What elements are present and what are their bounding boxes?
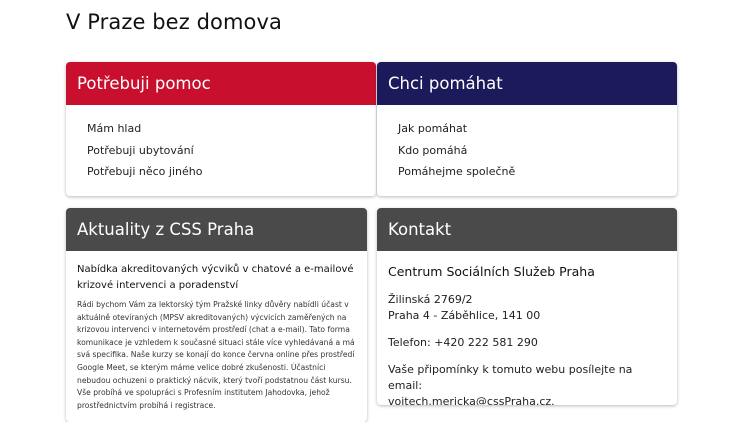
- give-links-list: Jak pomáhat Kdo pomáhá Pomáhejme společn…: [377, 105, 677, 183]
- phone-number: Telefon: +420 222 581 290: [388, 336, 538, 349]
- news-article-title[interactable]: Nabídka akreditovaných výcviků v chatové…: [77, 262, 356, 293]
- list-item: Mám hlad: [87, 118, 376, 140]
- news-card: Aktuality z CSS Praha Nabídka akreditova…: [66, 208, 367, 422]
- list-item: Jak pomáhat: [398, 118, 677, 140]
- link-accommodation[interactable]: Potřebuji ubytování: [87, 144, 194, 157]
- contact-card-title: Kontakt: [377, 208, 677, 251]
- give-card: Chci pomáhat Jak pomáhat Kdo pomáhá Pomá…: [377, 62, 677, 196]
- contact-details: Centrum Sociálních Služeb Praha Žilinská…: [377, 251, 677, 405]
- help-links-list: Mám hlad Potřebuji ubytování Potřebuji n…: [66, 105, 376, 183]
- organization-name: Centrum Sociálních Služeb Praha: [388, 264, 595, 279]
- list-item: Potřebuji něco jiného: [87, 161, 376, 183]
- link-hungry[interactable]: Mám hlad: [87, 122, 141, 135]
- news-card-title: Aktuality z CSS Praha: [66, 208, 367, 251]
- address-street: Žilinská 2769/2: [388, 293, 473, 306]
- help-card-title: Potřebuji pomoc: [66, 62, 376, 105]
- news-article: Nabídka akreditovaných výcviků v chatové…: [66, 251, 367, 412]
- address-city: Praha 4 - Záběhlice, 141 00: [388, 309, 541, 322]
- contact-card: Kontakt Centrum Sociálních Služeb Praha …: [377, 208, 677, 405]
- link-something-else[interactable]: Potřebuji něco jiného: [87, 165, 202, 178]
- help-card: Potřebuji pomoc Mám hlad Potřebuji ubyto…: [66, 62, 376, 196]
- give-card-title: Chci pomáhat: [377, 62, 677, 105]
- list-item: Kdo pomáhá: [398, 140, 677, 162]
- feedback-text: Vaše připomínky k tomuto webu posílejte …: [388, 363, 633, 392]
- link-help-together[interactable]: Pomáhejme společně: [398, 165, 515, 178]
- link-who-helps[interactable]: Kdo pomáhá: [398, 144, 467, 157]
- news-article-text: Rádi bychom Vám za lektorský tým Pražské…: [77, 300, 355, 410]
- link-how-to-help[interactable]: Jak pomáhat: [398, 122, 467, 135]
- page-title: V Praze bez domova: [66, 10, 282, 34]
- list-item: Pomáhejme společně: [398, 161, 677, 183]
- list-item: Potřebuji ubytování: [87, 140, 376, 162]
- contact-email[interactable]: vojtech.mericka@cssPraha.cz.: [388, 394, 666, 405]
